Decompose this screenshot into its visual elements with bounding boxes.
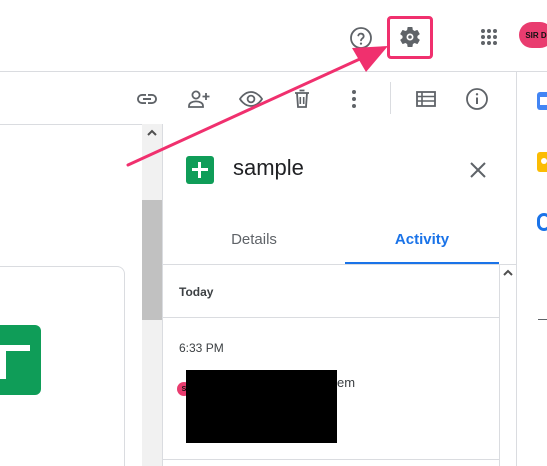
annotation-arrow [126, 46, 388, 167]
